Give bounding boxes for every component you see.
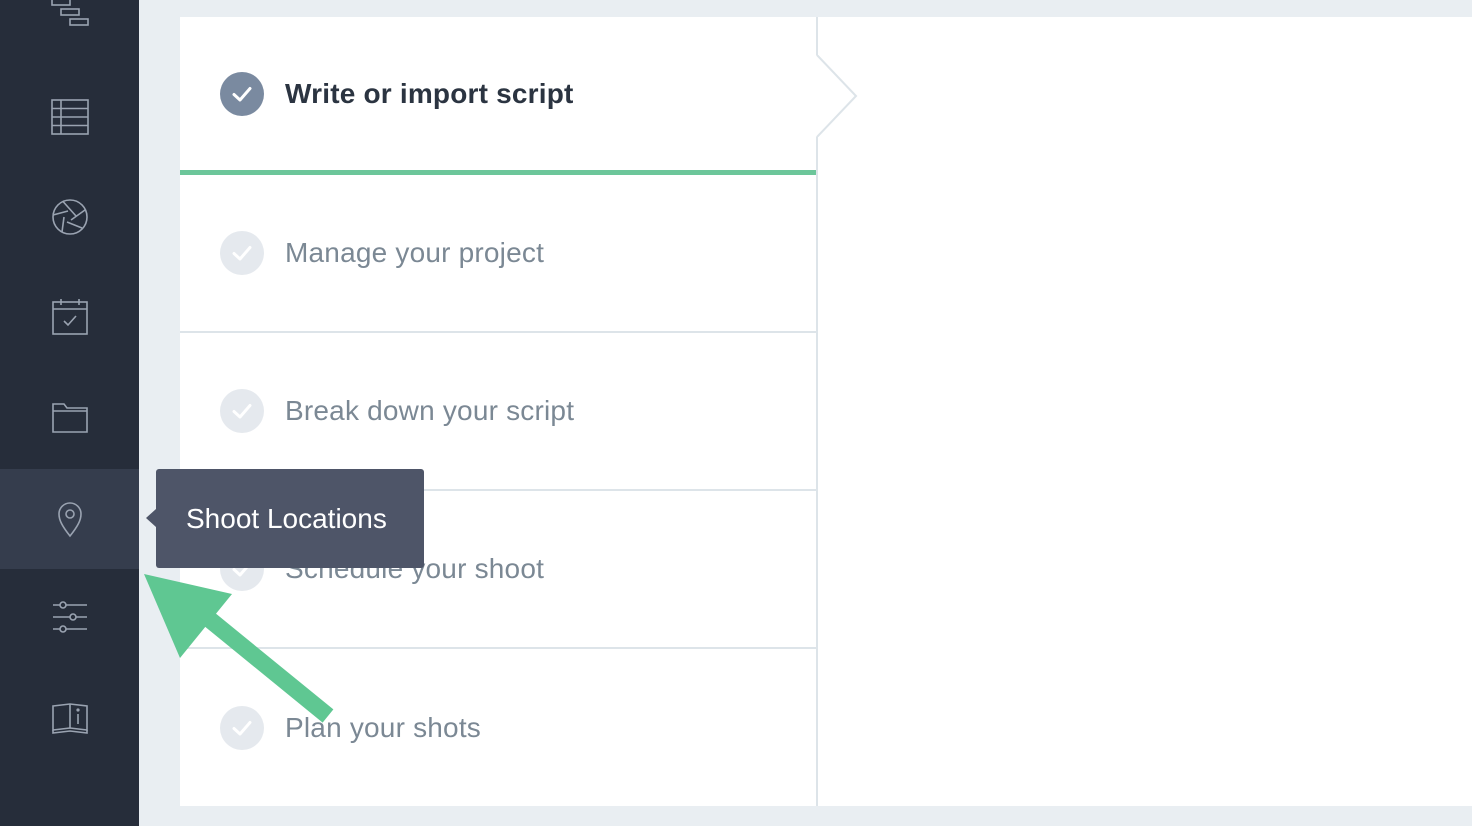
step-break-down-script[interactable]: Break down your script (180, 333, 816, 491)
step-check-icon (220, 389, 264, 433)
book-info-icon (51, 703, 88, 734)
sidebar-item-help[interactable] (0, 667, 139, 767)
sidebar-item-gantt[interactable] (0, 0, 139, 67)
sidebar (0, 0, 139, 826)
tooltip-caret (146, 509, 156, 527)
folder-icon (51, 403, 88, 433)
main-card: Write or import script Manage your proje… (180, 17, 1472, 806)
step-detail-panel (820, 17, 1472, 806)
step-manage-project[interactable]: Manage your project (180, 175, 816, 333)
sidebar-item-locations[interactable] (0, 469, 139, 569)
shoot-locations-tooltip: Shoot Locations (156, 469, 424, 568)
step-label: Break down your script (285, 395, 575, 426)
step-write-import-script[interactable]: Write or import script (180, 17, 816, 175)
sidebar-item-calendar[interactable] (0, 267, 139, 367)
annotation-arrow-icon (144, 574, 334, 723)
aperture-icon (51, 199, 88, 235)
location-pin-icon (57, 502, 82, 538)
sidebar-item-stripboard[interactable] (0, 67, 139, 167)
gantt-icon (50, 0, 89, 26)
sidebar-item-shots[interactable] (0, 167, 139, 267)
step-label: Write or import script (285, 77, 574, 109)
step-check-icon (220, 231, 264, 275)
sidebar-item-settings[interactable] (0, 567, 139, 667)
stripboard-icon (50, 99, 89, 135)
sliders-icon (52, 601, 87, 633)
sidebar-item-files[interactable] (0, 367, 139, 467)
step-check-icon (220, 71, 264, 116)
calendar-check-icon (51, 299, 88, 335)
step-label: Manage your project (285, 237, 545, 268)
